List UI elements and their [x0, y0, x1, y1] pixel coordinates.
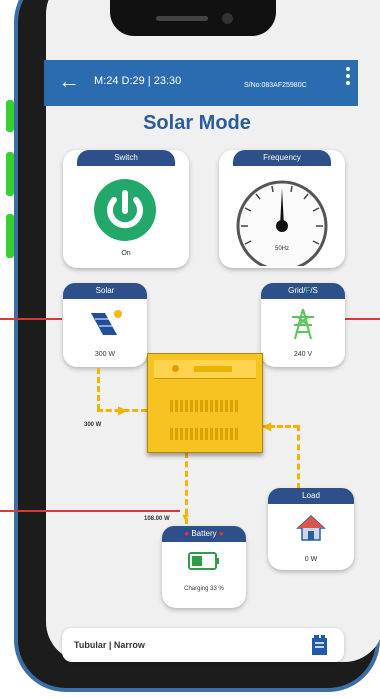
grid-title-suffix: /S: [310, 286, 318, 295]
back-arrow-icon[interactable]: ←: [58, 69, 80, 93]
header-datetime: M:24 D:29 | 23:30: [94, 75, 182, 87]
frequency-card: Frequency 50Hz: [219, 150, 345, 268]
grid-card[interactable]: Grid/F/S 240 V: [261, 283, 345, 367]
flow-arrow-left-icon: ◀: [262, 419, 272, 433]
flow-wire-load-vertical: [297, 425, 300, 489]
solar-flow-label: 300 W: [84, 422, 102, 428]
inverter-display: [154, 360, 256, 379]
battery-card-title: ● Battery ●: [162, 526, 246, 542]
battery-plus-icon: ●: [218, 529, 224, 538]
grid-card-title: Grid/F/S: [261, 283, 345, 299]
grid-title-prefix: Grid/: [288, 286, 306, 295]
flow-arrow-down-icon: ▼: [180, 512, 191, 524]
solar-power: 300 W: [94, 351, 116, 358]
header-serial-number: S/No:083AF25980C: [244, 82, 307, 89]
battery-icon: [188, 552, 219, 570]
inverter-vent-top: [170, 400, 240, 412]
load-card[interactable]: Load 0 W: [268, 488, 354, 570]
transmission-tower-icon: [292, 308, 314, 340]
battery-type-bar[interactable]: Tubular | Narrow: [62, 628, 344, 662]
load-power: 0 W: [304, 556, 318, 563]
frequency-card-title: Frequency: [233, 150, 331, 166]
battery-type-label: Tubular | Narrow: [74, 640, 145, 650]
flow-wire-solar-vertical: [97, 368, 100, 410]
more-menu-icon[interactable]: [346, 67, 352, 88]
inverter-indicator: [172, 365, 179, 372]
page-title: Solar Mode: [143, 112, 251, 134]
solar-card[interactable]: Solar 300 W: [63, 283, 147, 367]
switch-state: On: [121, 250, 131, 257]
battery-card-title-text: Battery: [191, 529, 217, 538]
callout-line-battery: [0, 510, 180, 512]
switch-card-title: Switch: [77, 150, 175, 166]
house-icon: [296, 514, 326, 541]
callout-line-grid: [345, 318, 380, 320]
solar-panel-icon: [91, 310, 122, 335]
side-button-1: [6, 100, 14, 132]
side-button-3: [6, 214, 14, 258]
grid-voltage: 240 V: [293, 351, 313, 358]
frequency-value: 50Hz: [274, 246, 289, 252]
inverter-vent-bottom: [170, 428, 240, 440]
flow-arrow-right-icon: ▶: [118, 403, 128, 417]
power-button-icon[interactable]: [93, 178, 157, 242]
battery-card[interactable]: ● Battery ● Charging 33 %: [162, 526, 246, 608]
battery-minus-icon: ●: [184, 529, 190, 538]
inverter-unit: [147, 353, 263, 453]
load-card-title: Load: [268, 488, 354, 504]
side-button-2: [6, 152, 14, 196]
solar-card-title: Solar: [63, 283, 147, 299]
app-header: ← M:24 D:29 | 23:30 S/No:083AF25980C: [44, 60, 358, 106]
switch-card[interactable]: Switch On: [63, 150, 189, 268]
battery-pack-icon: [312, 635, 327, 655]
battery-flow-label: 108.00 W: [144, 516, 170, 522]
phone-notch: [110, 0, 276, 36]
battery-status: Charging 33 %: [184, 586, 224, 592]
callout-line-solar: [0, 318, 62, 320]
inverter-screen: [194, 366, 232, 372]
